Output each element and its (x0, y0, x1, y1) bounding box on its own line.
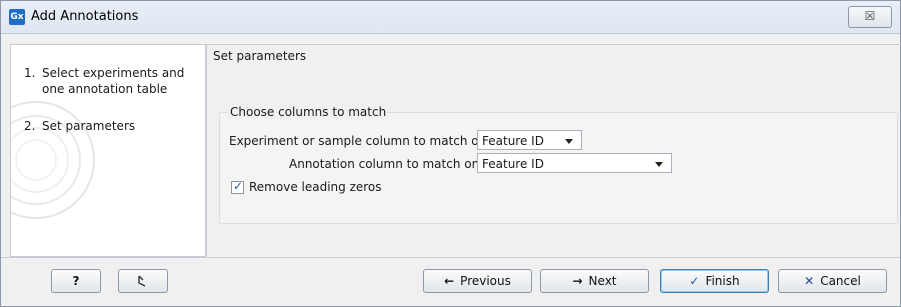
step-label: Select experiments and one annotation ta… (42, 66, 185, 96)
cancel-label: Cancel (820, 274, 861, 288)
dialog-window: Gx Add Annotations ☒ 1. Select experiment… (0, 0, 901, 307)
group-title: Choose columns to match (228, 105, 389, 119)
footer-divider (1, 257, 900, 258)
remove-leading-zeros-label: Remove leading zeros (249, 180, 382, 194)
arrow-left-icon: ← (444, 274, 455, 288)
title-bar: Gx Add Annotations ☒ (1, 1, 900, 34)
experiment-column-label: Experiment or sample column to match on (229, 134, 487, 148)
remove-leading-zeros-checkbox[interactable]: ✓ (231, 179, 244, 194)
finish-button[interactable]: ✓ Finish (660, 269, 769, 293)
previous-button[interactable]: ← Previous (423, 269, 532, 293)
parameters-panel: Set parameters Choose columns to match E… (206, 44, 901, 256)
check-icon: ✓ (233, 179, 244, 193)
section-title: Set parameters (213, 49, 307, 63)
help-button[interactable]: ? (51, 269, 101, 293)
reset-icon (138, 275, 146, 287)
next-button[interactable]: → Next (540, 269, 649, 293)
step-2: 2. Set parameters (24, 118, 199, 134)
close-icon: ✕ (804, 274, 815, 288)
chevron-down-icon (655, 162, 663, 167)
close-icon: ☒ (864, 9, 876, 23)
annotation-column-label: Annotation column to match on (289, 157, 480, 171)
help-label: ? (72, 274, 80, 288)
window-title: Add Annotations (31, 9, 139, 24)
annotation-column-select[interactable]: Feature ID (477, 153, 672, 173)
experiment-column-value: Feature ID (482, 134, 544, 148)
step-label: Set parameters (42, 119, 136, 133)
steps-panel: 1. Select experiments and one annotation … (10, 44, 206, 257)
previous-label: Previous (460, 274, 511, 288)
step-number: 1. (24, 66, 36, 80)
step-1: 1. Select experiments and one annotation … (24, 65, 199, 97)
next-label: Next (588, 274, 617, 288)
arrow-right-icon: → (572, 274, 583, 288)
match-columns-group: Choose columns to match Experiment or sa… (219, 105, 898, 224)
cancel-button[interactable]: ✕ Cancel (778, 269, 887, 293)
step-number: 2. (24, 119, 36, 133)
app-icon: Gx (9, 9, 25, 25)
experiment-column-select[interactable]: Feature ID (477, 130, 582, 150)
chevron-down-icon (565, 139, 573, 144)
close-button[interactable]: ☒ (848, 6, 892, 28)
annotation-column-value: Feature ID (482, 157, 544, 171)
finish-label: Finish (705, 274, 740, 288)
reset-button[interactable] (118, 269, 168, 293)
checkmark-icon: ✓ (689, 274, 700, 288)
